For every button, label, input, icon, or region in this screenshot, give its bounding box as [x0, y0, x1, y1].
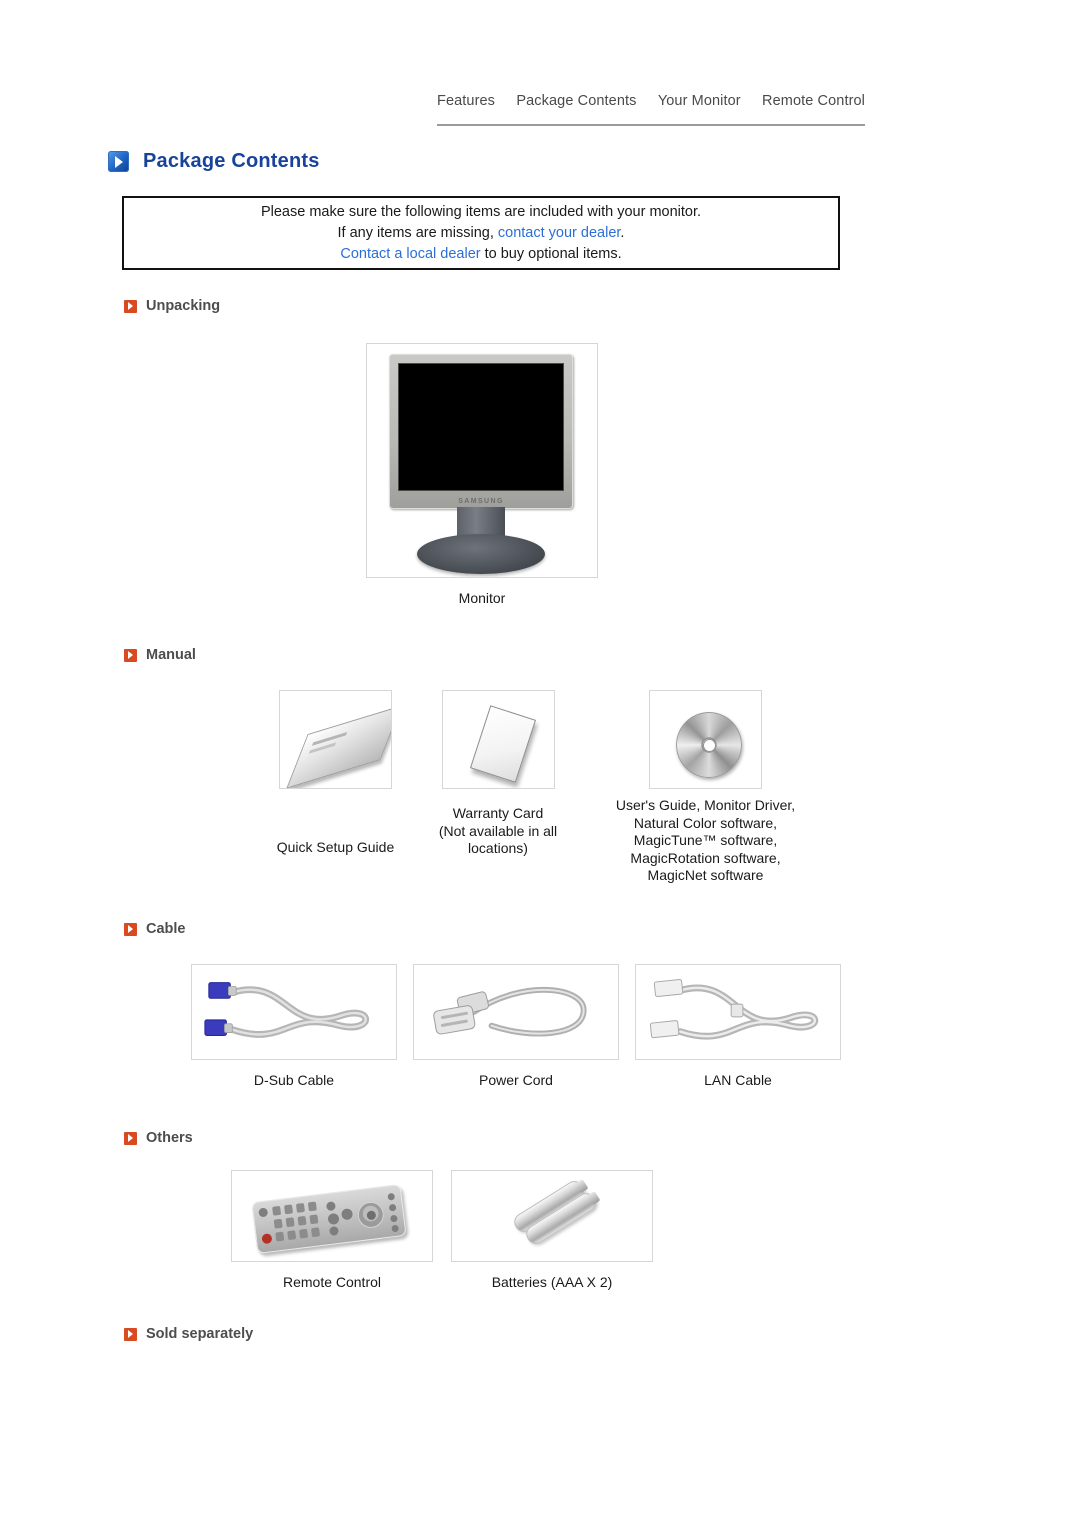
monitor-photo: SAMSUNG: [366, 343, 598, 578]
remote-button: [340, 1208, 354, 1221]
item-quick-setup-guide: Quick Setup Guide: [273, 690, 398, 857]
section-label-cable: Cable: [146, 921, 186, 937]
remote-control-illustration: [251, 1184, 407, 1254]
section-label-unpacking: Unpacking: [146, 298, 221, 314]
item-power-cord: Power Cord: [413, 964, 619, 1090]
monitor-screen: [398, 363, 564, 491]
battery-tip: [574, 1179, 589, 1194]
remote-record-button: [261, 1233, 273, 1245]
blue-arrow-icon: [108, 151, 129, 172]
caption-quick-setup-guide: Quick Setup Guide: [276, 839, 395, 855]
caption-software-cd: User's Guide, Monitor Driver, Natural Co…: [615, 797, 796, 883]
power-cord-illustration: [433, 986, 587, 1037]
section-header-unpacking: Unpacking: [124, 298, 220, 314]
monitor-stand-base: [417, 534, 545, 574]
remote-button: [307, 1201, 317, 1212]
cd-disc-illustration: [676, 712, 742, 778]
caption-d-sub-cable: D-Sub Cable: [253, 1072, 335, 1088]
notice-line-3: Contact a local dealer to buy optional i…: [340, 244, 621, 265]
item-monitor: SAMSUNG Monitor: [366, 343, 598, 608]
battery-tip: [586, 1191, 601, 1206]
warranty-card-illustration: [469, 705, 536, 783]
orange-arrow-icon: [124, 1327, 137, 1341]
section-header-manual: Manual: [124, 647, 196, 663]
remote-button: [295, 1202, 305, 1213]
remote-button: [309, 1214, 319, 1225]
caption-remote-control: Remote Control: [282, 1274, 382, 1290]
notice-line-2-suffix: .: [620, 224, 625, 241]
nav-tab-remote-control[interactable]: Remote Control: [762, 92, 865, 110]
remote-button: [390, 1214, 398, 1223]
cd-photo: [649, 690, 762, 789]
remote-button: [388, 1203, 397, 1212]
d-sub-cable-illustration: [204, 982, 369, 1038]
orange-arrow-icon: [124, 1131, 137, 1145]
remote-button: [299, 1228, 309, 1239]
caption-power-cord: Power Cord: [479, 1072, 553, 1088]
caption-lan-cable: LAN Cable: [704, 1072, 772, 1088]
remote-button: [310, 1227, 321, 1238]
booklet-illustration: [286, 705, 391, 788]
remote-control-photo: [231, 1170, 433, 1262]
notice-line-3-suffix: to buy optional items.: [480, 245, 622, 262]
remote-power-button: [258, 1207, 269, 1218]
notice-line-2-text: If any items are missing,: [337, 224, 498, 241]
item-batteries: Batteries (AAA X 2): [451, 1170, 653, 1292]
item-row-others: Remote Control Batteries (AAA X 2): [231, 1170, 653, 1292]
card-photo: [441, 690, 555, 789]
notice-line-1: Please make sure the following items are…: [260, 203, 702, 220]
item-warranty-card: Warranty Card (Not available in all loca…: [428, 690, 568, 858]
section-header-sold-separately: Sold separately: [124, 1326, 253, 1342]
remote-button: [387, 1192, 396, 1201]
remote-button: [327, 1212, 340, 1226]
nav-tab-package-contents[interactable]: Package Contents: [516, 92, 636, 110]
caption-batteries: Batteries (AAA X 2): [491, 1274, 613, 1290]
item-software-cd: User's Guide, Monitor Driver, Natural Co…: [598, 690, 813, 885]
remote-button: [285, 1217, 295, 1228]
notice-box: Please make sure the following items are…: [122, 196, 840, 270]
monitor-illustration: SAMSUNG: [381, 354, 581, 574]
item-remote-control: Remote Control: [231, 1170, 433, 1292]
page-title-row: Package Contents: [108, 150, 320, 173]
orange-arrow-icon: [124, 922, 137, 936]
booklet-photo: [279, 690, 392, 789]
item-row-manual: Quick Setup Guide Warranty Card (Not ava…: [273, 690, 813, 885]
caption-monitor: Monitor: [458, 590, 506, 606]
item-lan-cable: LAN Cable: [635, 964, 841, 1090]
lan-cable-photo: [635, 964, 841, 1060]
section-label-sold-separately: Sold separately: [146, 1326, 254, 1342]
item-d-sub-cable: D-Sub Cable: [191, 964, 397, 1090]
d-sub-cable-photo: [191, 964, 397, 1060]
notice-line-2: If any items are missing, contact your d…: [338, 223, 625, 244]
power-cord-photo: [413, 964, 619, 1060]
remote-button: [297, 1215, 307, 1226]
batteries-photo: [451, 1170, 653, 1262]
item-row-unpacking: SAMSUNG Monitor: [366, 343, 598, 608]
remote-button: [273, 1218, 283, 1229]
section-header-others: Others: [124, 1130, 193, 1146]
section-header-cable: Cable: [124, 921, 186, 937]
remote-button: [272, 1205, 282, 1216]
section-label-others: Others: [146, 1130, 193, 1146]
contact-your-dealer-link[interactable]: contact your dealer: [498, 225, 621, 241]
page-title: Package Contents: [143, 150, 320, 172]
monitor-brand-text: SAMSUNG: [458, 498, 504, 505]
section-navbar: Features Package Contents Your Monitor R…: [437, 92, 865, 126]
lan-cable-illustration: [649, 978, 819, 1040]
remote-button: [325, 1201, 336, 1212]
monitor-bezel: SAMSUNG: [389, 354, 573, 509]
nav-tab-features[interactable]: Features: [437, 92, 495, 110]
caption-warranty-card: Warranty Card (Not available in all loca…: [438, 805, 558, 856]
remote-button: [275, 1231, 285, 1242]
remote-button: [328, 1225, 340, 1236]
remote-button: [284, 1204, 294, 1215]
item-row-cable: D-Sub Cable Power Cord LAN Cable: [191, 964, 841, 1090]
section-label-manual: Manual: [146, 647, 196, 663]
remote-button: [391, 1224, 400, 1233]
orange-arrow-icon: [124, 648, 137, 662]
contact-local-dealer-link[interactable]: Contact a local dealer: [340, 246, 480, 262]
orange-arrow-icon: [124, 299, 137, 313]
remote-button: [287, 1230, 297, 1241]
nav-tab-your-monitor[interactable]: Your Monitor: [658, 92, 741, 110]
